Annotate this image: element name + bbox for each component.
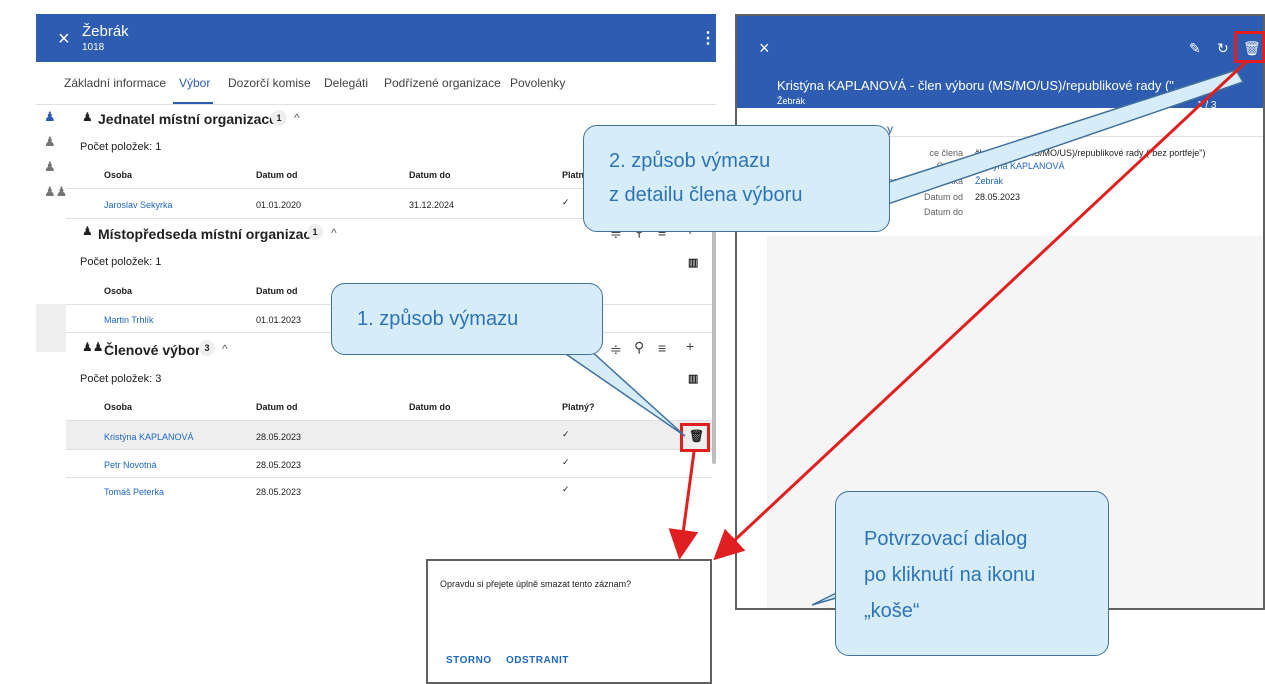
callout-text: z detailu člena výboru — [609, 184, 803, 206]
person-link[interactable]: Jaroslav Sekyrka — [104, 200, 173, 210]
column-header: Datum do — [409, 402, 451, 412]
refresh-icon[interactable]: ↻ — [1217, 40, 1229, 57]
nav-background — [36, 304, 66, 352]
columns-icon[interactable]: ▥ — [688, 372, 698, 385]
column-header: Datum od — [256, 170, 298, 180]
active-tab-indicator — [173, 102, 213, 104]
column-header: Platný? — [562, 402, 595, 412]
date-to: 31.12.2024 — [409, 200, 455, 210]
organization-title: Žebrák — [82, 23, 129, 40]
tab-podrizene-organizace[interactable]: Podřízené organizace — [384, 76, 501, 90]
dialog-message: Opravdu si přejete úplně smazat tento zá… — [440, 579, 632, 589]
detail-title: Kristýna KAPLANOVÁ - člen výboru (MS/MO/… — [777, 78, 1185, 93]
detail-value: člen výboru (MS/MO/US)/republikové rady … — [975, 148, 1206, 158]
date-from: 28.05.2023 — [256, 487, 302, 497]
callout-confirm-dialog: Potvrzovací dialog po kliknutí na ikonu … — [835, 491, 1109, 656]
scrollbar[interactable] — [712, 194, 716, 464]
callout-first-way: 1. způsob výmazu — [331, 283, 603, 355]
section-title: Jednatel místní organizace — [98, 111, 277, 127]
delete-button[interactable]: ODSTRANIT — [506, 655, 569, 666]
section-title: Členové výboru — [104, 342, 210, 358]
callout-text: 2. způsob výmazu — [609, 150, 771, 172]
cancel-button[interactable]: STORNO — [446, 655, 492, 666]
person-link[interactable]: Petr Novotná — [104, 460, 157, 470]
panel-header: × Žebrák 1018 ⋮ — [36, 14, 716, 62]
chevron-up-icon[interactable]: ^ — [331, 226, 337, 240]
column-header: Osoba — [104, 402, 133, 412]
person-icon: ♟ — [82, 224, 93, 238]
section-nav: ♟ ♟ ♟ ♟♟ — [36, 104, 67, 304]
detail-subtitle: Žebrák — [777, 96, 806, 106]
date-from: 01.01.2023 — [256, 315, 302, 325]
person-link[interactable]: Martin Trhlík — [104, 315, 154, 325]
trash-icon[interactable]: 🗑︎ — [689, 429, 704, 443]
tab-povolenky[interactable]: Povolenky — [510, 76, 565, 90]
person-icon[interactable]: ♟ — [44, 159, 56, 175]
people-icon: ♟♟ — [82, 340, 104, 354]
filter-icon[interactable]: ≑ — [610, 341, 622, 358]
count-badge: 3 — [199, 340, 215, 356]
tab-bar: Základní informace Výbor Dozorčí komise … — [36, 62, 716, 105]
person-link[interactable]: Kristýna KAPLANOVÁ — [975, 161, 1065, 171]
tab-delegati[interactable]: Delegáti — [324, 76, 368, 90]
header-trash-highlight — [1234, 31, 1265, 63]
item-count: Počet položek: 3 — [80, 373, 162, 385]
list-icon[interactable]: ≡ — [658, 340, 666, 356]
kebab-menu-icon[interactable]: ⋮ — [700, 28, 716, 48]
chevron-up-icon[interactable]: ^ — [294, 111, 300, 125]
columns-icon[interactable]: ▥ — [688, 256, 698, 269]
valid-check: ✓ — [562, 429, 570, 439]
person-link[interactable]: Kristýna KAPLANOVÁ — [104, 432, 194, 442]
close-icon[interactable]: × — [58, 28, 70, 51]
callout-text: „koše“ — [864, 600, 920, 622]
callout-text: 1. způsob výmazu — [357, 308, 519, 330]
count-badge: 1 — [307, 224, 323, 240]
detail-header: × ✎ ↻ 🗑︎ Kristýna KAPLANOVÁ - člen výbor… — [737, 16, 1263, 111]
column-header: Datum do — [409, 170, 451, 180]
item-count: Počet položek: 1 — [80, 256, 162, 268]
person-icon[interactable]: ♟ — [44, 134, 56, 150]
callout-text: Potvrzovací dialog — [864, 528, 1028, 550]
detail-value: 28.05.2023 — [975, 192, 1021, 202]
column-header: Osoba — [104, 286, 133, 296]
pencil-icon[interactable]: ✎ — [1189, 40, 1201, 57]
count-badge: 1 — [271, 110, 287, 126]
callout-second-way: 2. způsob výmazu z detailu člena výboru — [583, 125, 890, 232]
tab-vybor[interactable]: Výbor — [179, 76, 210, 90]
tab-dozorci-komise[interactable]: Dozorčí komise — [228, 76, 311, 90]
section-title: Místopředseda místní organizace — [98, 226, 319, 242]
add-icon[interactable]: + — [686, 338, 694, 354]
column-header: Datum od — [256, 286, 298, 296]
people-icon[interactable]: ♟♟ — [44, 184, 67, 200]
callout-text: po kliknutí na ikonu — [864, 564, 1036, 586]
record-pager[interactable]: 1 / 3 — [1197, 100, 1216, 111]
valid-check: ✓ — [562, 484, 570, 494]
date-from: 28.05.2023 — [256, 432, 302, 442]
person-link[interactable]: Tomáš Peterka — [104, 487, 164, 497]
organization-code: 1018 — [82, 42, 105, 53]
chevron-up-icon[interactable]: ^ — [222, 342, 228, 356]
close-icon[interactable]: × — [759, 38, 770, 59]
column-header: Datum od — [256, 402, 298, 412]
valid-check: ✓ — [562, 197, 570, 207]
item-count: Počet položek: 1 — [80, 141, 162, 153]
date-from: 01.01.2020 — [256, 200, 302, 210]
confirm-dialog: Opravdu si přejete úplně smazat tento zá… — [426, 559, 712, 684]
search-icon[interactable]: ⚲ — [634, 339, 644, 356]
tab-zakladni-informace[interactable]: Základní informace — [64, 76, 166, 90]
column-header: Osoba — [104, 170, 133, 180]
valid-check: ✓ — [562, 457, 570, 467]
date-from: 28.05.2023 — [256, 460, 302, 470]
person-icon[interactable]: ♟ — [44, 109, 56, 125]
organization-panel: × Žebrák 1018 ⋮ Základní informace Výbor… — [36, 14, 716, 522]
person-icon: ♟ — [82, 110, 93, 124]
unit-link[interactable]: Žebrák — [975, 176, 1003, 186]
